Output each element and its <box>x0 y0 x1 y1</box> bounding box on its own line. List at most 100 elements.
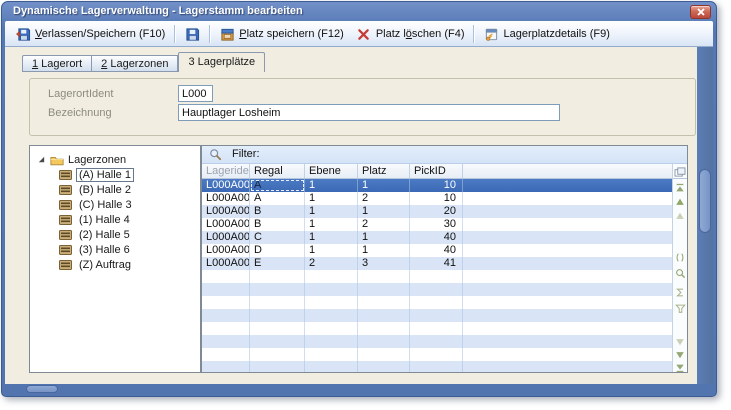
title-bar[interactable]: Dynamische Lagerverwaltung - Lagerstamm … <box>2 2 716 21</box>
slot-details-button[interactable]: Lagerplatzdetails (F9) <box>477 24 615 44</box>
tree-item-halle3[interactable]: (C) Halle 3 <box>59 197 200 212</box>
horizontal-scrollbar-thumb[interactable] <box>26 385 58 393</box>
tree-item-label: (B) Halle 2 <box>76 183 134 197</box>
empty-row <box>202 335 672 348</box>
tree-item-halle6[interactable]: (3) Halle 6 <box>59 242 200 257</box>
save-exit-button[interactable]: Verlassen/Speichern (F10) <box>9 24 171 44</box>
edit-brackets-icon[interactable] <box>674 251 686 263</box>
lagerort-ident-label: LagerortIdent <box>48 88 113 100</box>
save-slot-icon <box>219 26 235 42</box>
cell-ebene: 1 <box>305 179 358 192</box>
zone-icon <box>59 169 72 180</box>
table-row[interactable]: L000A007 E 2 3 41 <box>202 257 672 270</box>
lagerort-ident-field[interactable] <box>178 85 213 102</box>
table-row[interactable]: L000A004 B 1 2 30 <box>202 218 672 231</box>
save-button[interactable] <box>178 24 206 44</box>
zone-icon <box>59 199 72 210</box>
tab-lagerzonen[interactable]: 2 Lagerzonen <box>91 55 178 72</box>
page-down-icon[interactable] <box>674 336 686 348</box>
empty-row <box>202 270 672 283</box>
tree-item-halle4[interactable]: (1) Halle 4 <box>59 212 200 227</box>
column-header-platz[interactable]: Platz <box>358 164 410 178</box>
cell-platz: 2 <box>358 218 410 231</box>
tree-item-auftrag[interactable]: (Z) Auftrag <box>59 257 200 272</box>
toolbar-separator <box>209 25 210 43</box>
lagerort-groupbox: LagerortIdent Bezeichnung <box>29 78 696 136</box>
bezeichnung-field[interactable] <box>178 104 560 121</box>
cell-platz: 3 <box>358 257 410 270</box>
bezeichnung-label: Bezeichnung <box>48 107 112 119</box>
delete-slot-label: Platz löschen (F4) <box>376 28 465 40</box>
tree-item-label: (3) Halle 6 <box>76 243 133 257</box>
vertical-scrollbar[interactable] <box>697 47 713 384</box>
sum-icon[interactable] <box>674 286 686 298</box>
cell-filler <box>463 179 672 192</box>
grid-header: Lagerident Regal Ebene Platz PickID <box>202 164 672 179</box>
grid-nav-strip <box>672 164 687 372</box>
table-row[interactable]: L000A003 B 1 1 20 <box>202 205 672 218</box>
cell-platz: 1 <box>358 205 410 218</box>
tree-item-label: (2) Halle 5 <box>76 228 133 242</box>
folder-icon <box>50 154 64 166</box>
cell-filler <box>463 192 672 205</box>
cell-pickid: 40 <box>410 244 463 257</box>
cell-pickid: 41 <box>410 257 463 270</box>
filter-funnel-icon[interactable] <box>674 302 686 314</box>
table-row[interactable]: L000A005 C 1 1 40 <box>202 231 672 244</box>
tab-lagerort[interactable]: 1 Lagerort <box>22 55 91 72</box>
app-window: Dynamische Lagerverwaltung - Lagerstamm … <box>1 1 717 397</box>
column-chooser-icon[interactable] <box>673 165 687 179</box>
row-down-icon[interactable] <box>674 349 686 361</box>
filter-bar[interactable]: Filter: <box>202 146 687 164</box>
close-button[interactable] <box>690 5 711 19</box>
cell-filler <box>463 205 672 218</box>
client-area: 1 Lagerort 2 Lagerzonen 3 Lagerplätze La… <box>5 47 697 384</box>
table-row[interactable]: L000A001 A 1 1 10 <box>202 179 672 192</box>
cell-ebene: 2 <box>305 257 358 270</box>
column-header-pickid[interactable]: PickID <box>410 164 463 178</box>
empty-row <box>202 283 672 296</box>
empty-row <box>202 322 672 335</box>
empty-row <box>202 296 672 309</box>
cell-lagerident: L000A002 <box>202 192 250 205</box>
column-header-lagerident[interactable]: Lagerident <box>202 164 250 178</box>
page-up-icon[interactable] <box>674 210 686 222</box>
cell-platz: 2 <box>358 192 410 205</box>
grid: Lagerident Regal Ebene Platz PickID L000… <box>202 164 672 372</box>
row-up-icon[interactable] <box>674 196 686 208</box>
cell-pickid: 30 <box>410 218 463 231</box>
table-row[interactable]: L000A002 A 1 2 10 <box>202 192 672 205</box>
save-slot-button[interactable]: Platz speichern (F12) <box>213 24 350 44</box>
column-header-ebene[interactable]: Ebene <box>305 164 358 178</box>
empty-row <box>202 348 672 361</box>
cell-lagerident: L000A005 <box>202 231 250 244</box>
tree-item-label: (C) Halle 3 <box>76 198 135 212</box>
cell-regal: D <box>250 244 305 257</box>
empty-row <box>202 361 672 372</box>
table-row[interactable]: L000A006 D 1 1 40 <box>202 244 672 257</box>
cell-lagerident: L000A001 <box>202 179 250 192</box>
tree-item-halle1[interactable]: (A) Halle 1 <box>59 167 200 182</box>
tab-lagerplaetze[interactable]: 3 Lagerplätze <box>178 52 265 72</box>
vertical-scrollbar-thumb[interactable] <box>699 169 711 233</box>
scroll-top-icon[interactable] <box>674 182 686 194</box>
tree-root-lagerzonen[interactable]: Lagerzonen <box>37 152 200 167</box>
zone-icon <box>59 184 72 195</box>
cell-lagerident: L000A003 <box>202 205 250 218</box>
delete-slot-button[interactable]: Platz löschen (F4) <box>350 24 471 44</box>
cell-ebene: 1 <box>305 205 358 218</box>
toolbar-separator <box>473 25 474 43</box>
empty-row <box>202 309 672 322</box>
cell-regal: E <box>250 257 305 270</box>
cell-platz: 1 <box>358 231 410 244</box>
tree-item-halle2[interactable]: (B) Halle 2 <box>59 182 200 197</box>
cell-filler <box>463 231 672 244</box>
cell-pickid: 20 <box>410 205 463 218</box>
search-row-icon[interactable] <box>674 267 686 279</box>
cell-ebene: 1 <box>305 192 358 205</box>
column-header-filler <box>463 164 672 178</box>
column-header-regal[interactable]: Regal <box>250 164 305 178</box>
scroll-bottom-icon[interactable] <box>674 362 686 373</box>
lagerplaetze-grid-panel: Filter: Lagerident Regal Ebene Platz Pic… <box>201 145 688 373</box>
tree-item-halle5[interactable]: (2) Halle 5 <box>59 227 200 242</box>
